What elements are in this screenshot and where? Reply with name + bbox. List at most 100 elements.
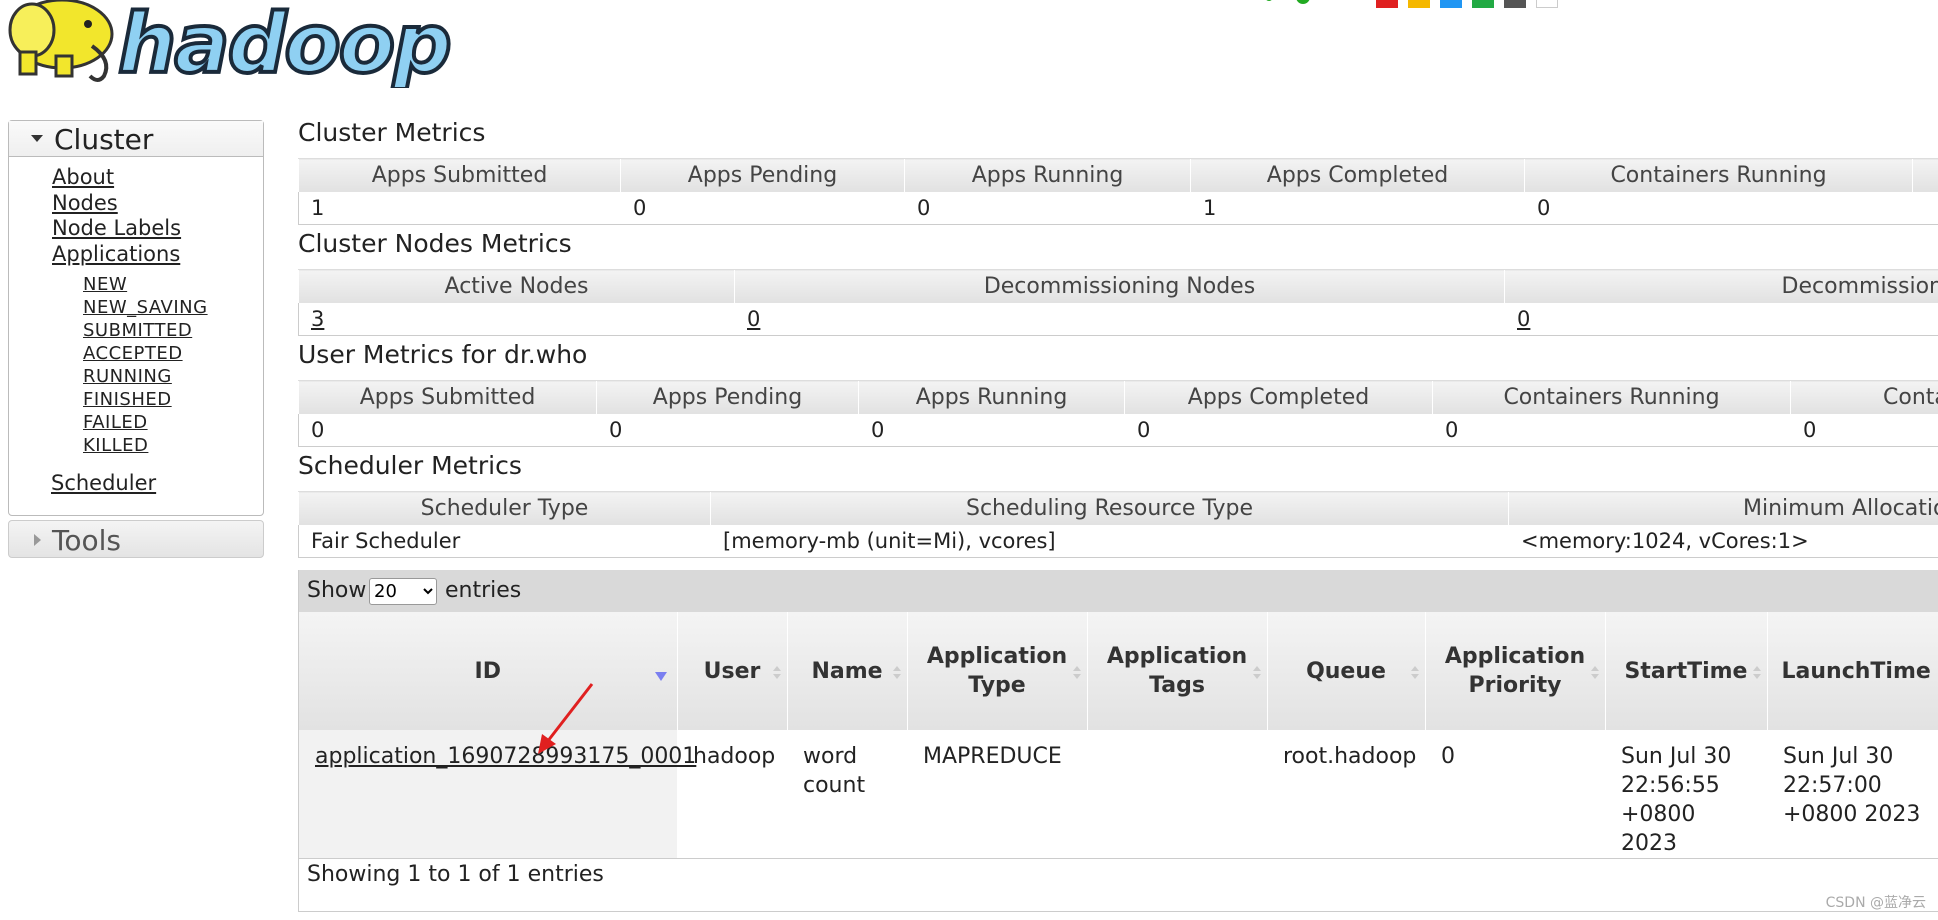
collapsed-triangle-icon[interactable] — [34, 534, 41, 546]
state-link-new[interactable]: NEW — [83, 273, 208, 296]
state-link-running[interactable]: RUNNING — [83, 365, 208, 388]
val-user-containers-truncated: 0 — [1790, 413, 1938, 447]
th-id[interactable]: ID — [299, 612, 678, 730]
sort-icon[interactable] — [1252, 666, 1261, 680]
state-link-accepted[interactable]: ACCEPTED — [83, 342, 208, 365]
watermark: CSDN @蓝净云 — [1825, 895, 1926, 911]
nav-link-applications[interactable]: Applications — [52, 242, 181, 268]
cell-priority: 0 — [1425, 730, 1605, 859]
sort-icon[interactable] — [1752, 666, 1761, 680]
col-truncated — [1912, 158, 1938, 192]
white-swatch-icon[interactable] — [1536, 0, 1558, 8]
decommissioning-nodes-link[interactable]: 0 — [747, 307, 760, 331]
state-link-submitted[interactable]: SUBMITTED — [83, 319, 208, 342]
nav-link-nodes[interactable]: Nodes — [52, 191, 181, 217]
col-minimum-allocation: Minimum Allocatio — [1508, 491, 1938, 525]
cluster-nav-title: Cluster — [54, 123, 154, 156]
sort-descending-icon[interactable] — [654, 672, 667, 681]
expand-triangle-icon[interactable] — [31, 135, 43, 142]
user-metrics-title: User Metrics for dr.who — [298, 340, 588, 369]
th-launch-time[interactable]: LaunchTime — [1767, 612, 1938, 730]
val-truncated: < — [1912, 191, 1938, 225]
col-user-apps-submitted: Apps Submitted — [298, 380, 597, 414]
th-application-type[interactable]: Application Type — [907, 612, 1088, 730]
col-user-apps-completed: Apps Completed — [1124, 380, 1433, 414]
sort-icon[interactable] — [1590, 666, 1599, 680]
cell-queue: root.hadoop — [1267, 730, 1425, 859]
col-apps-submitted: Apps Submitted — [298, 158, 621, 192]
logo-text: hadoop — [118, 0, 450, 88]
gray-swatch-icon[interactable] — [1504, 0, 1526, 8]
application-id-link[interactable]: application_1690728993175_0001 — [315, 744, 696, 769]
scheduler-metrics-table: Scheduler Type Scheduling Resource Type … — [298, 491, 1938, 558]
cell-type: MAPREDUCE — [907, 730, 1087, 859]
state-link-finished[interactable]: FINISHED — [83, 388, 208, 411]
col-user-containers-running: Containers Running — [1432, 380, 1791, 414]
state-link-failed[interactable]: FAILED — [83, 411, 208, 434]
sort-icon[interactable] — [892, 666, 901, 680]
val-apps-completed: 1 — [1190, 191, 1525, 225]
th-start-time[interactable]: StartTime — [1605, 612, 1768, 730]
entries-per-page-select[interactable]: 20 — [369, 578, 437, 605]
red-annotation-arrow-icon — [538, 683, 594, 754]
table-bottom-border — [299, 911, 1938, 912]
th-application-priority[interactable]: Application Priority — [1425, 612, 1606, 730]
cell-name: word count — [787, 730, 907, 859]
val-scheduling-resource-type: [memory-mb (unit=Mi), vcores] — [710, 524, 1509, 558]
th-application-tags[interactable]: Application Tags — [1087, 612, 1268, 730]
state-link-new-saving[interactable]: NEW_SAVING — [83, 296, 208, 319]
user-metrics-table: Apps Submitted Apps Pending Apps Running… — [298, 380, 1938, 447]
nodes-metrics-title: Cluster Nodes Metrics — [298, 229, 572, 258]
sort-icon[interactable] — [1410, 666, 1419, 680]
entries-toolbar: Show 20 entries — [299, 570, 1938, 612]
show-label: Show — [307, 578, 367, 603]
th-queue[interactable]: Queue — [1267, 612, 1426, 730]
val-apps-pending: 0 — [620, 191, 905, 225]
col-scheduler-type: Scheduler Type — [298, 491, 711, 525]
val-user-containers-running: 0 — [1432, 413, 1791, 447]
entries-label: entries — [445, 578, 522, 603]
showing-entries-text: Showing 1 to 1 of 1 entries — [307, 862, 604, 887]
cluster-metrics-table: Apps Submitted Apps Pending Apps Running… — [298, 158, 1938, 225]
col-apps-pending: Apps Pending — [620, 158, 905, 192]
col-decommissioned-nodes: Decommissioned — [1504, 269, 1938, 303]
yellow-swatch-icon[interactable] — [1408, 0, 1430, 8]
sort-icon[interactable] — [1072, 666, 1081, 680]
col-decommissioning-nodes: Decommissioning Nodes — [734, 269, 1505, 303]
col-apps-running: Apps Running — [904, 158, 1191, 192]
col-user-apps-running: Apps Running — [858, 380, 1125, 414]
col-user-apps-pending: Apps Pending — [596, 380, 859, 414]
cluster-nav-links: About Nodes Node Labels Applications — [52, 165, 181, 267]
col-user-containers-truncated: Contai — [1790, 380, 1938, 414]
app-state-links: NEW NEW_SAVING SUBMITTED ACCEPTED RUNNIN… — [83, 273, 208, 457]
val-user-apps-pending: 0 — [596, 413, 859, 447]
th-user[interactable]: User — [677, 612, 788, 730]
nav-link-about[interactable]: About — [52, 165, 181, 191]
th-name[interactable]: Name — [787, 612, 908, 730]
nav-link-scheduler[interactable]: Scheduler — [51, 471, 156, 495]
red-swatch-icon[interactable] — [1376, 0, 1398, 8]
val-user-apps-completed: 0 — [1124, 413, 1433, 447]
state-link-killed[interactable]: KILLED — [83, 434, 208, 457]
nodes-metrics-table: Active Nodes Decommissioning Nodes Decom… — [298, 269, 1938, 336]
col-active-nodes: Active Nodes — [298, 269, 735, 303]
hadoop-elephant-logo-icon: hadoop — [8, 0, 454, 94]
val-apps-running: 0 — [904, 191, 1191, 225]
val-scheduler-type: Fair Scheduler — [298, 524, 711, 558]
col-scheduling-resource-type: Scheduling Resource Type — [710, 491, 1509, 525]
cell-start-time: Sun Jul 30 22:56:55 +0800 2023 — [1605, 730, 1767, 859]
val-containers-running: 0 — [1524, 191, 1913, 225]
decommissioned-nodes-link[interactable]: 0 — [1517, 307, 1530, 331]
blue-swatch-icon[interactable] — [1440, 0, 1462, 8]
col-containers-running: Containers Running — [1524, 158, 1913, 192]
nav-link-node-labels[interactable]: Node Labels — [52, 216, 181, 242]
cluster-nav-header[interactable]: Cluster — [9, 121, 263, 157]
col-apps-completed: Apps Completed — [1190, 158, 1525, 192]
active-nodes-link[interactable]: 3 — [311, 307, 324, 331]
cell-launch-time: Sun Jul 30 22:57:00 +0800 2023 — [1767, 730, 1938, 859]
tools-nav-header[interactable]: Tools — [8, 520, 264, 558]
val-user-apps-running: 0 — [858, 413, 1125, 447]
sort-icon[interactable] — [772, 666, 781, 680]
cell-user: hadoop — [677, 730, 787, 859]
green-swatch-icon[interactable] — [1472, 0, 1494, 8]
